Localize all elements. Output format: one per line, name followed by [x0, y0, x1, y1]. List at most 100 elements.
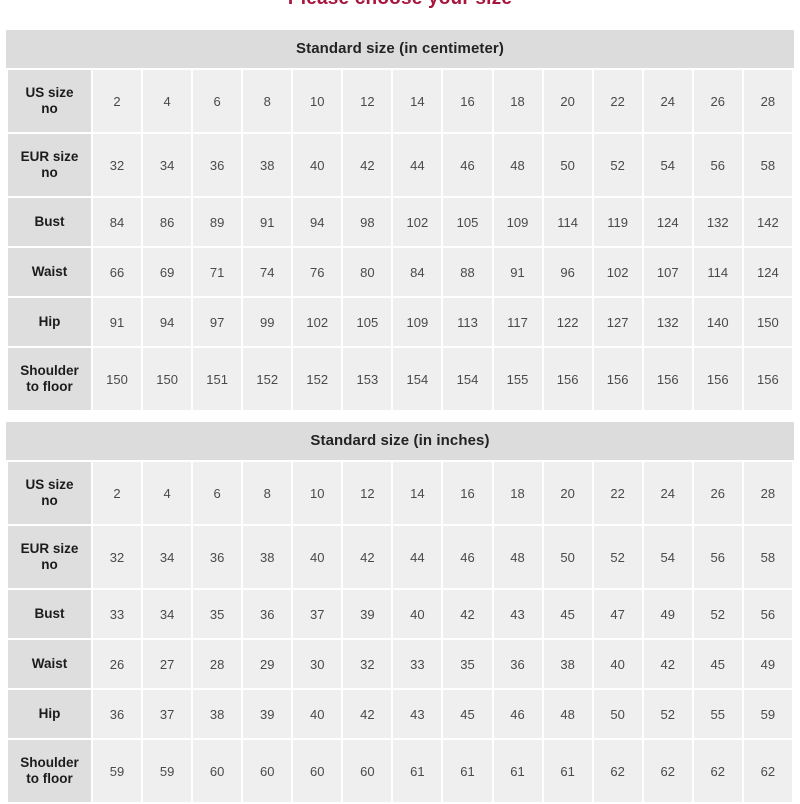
- size-cell[interactable]: 35: [443, 640, 492, 688]
- size-cell[interactable]: 50: [593, 690, 642, 738]
- size-cell[interactable]: 44: [393, 134, 442, 196]
- size-cell[interactable]: 27: [143, 640, 192, 688]
- size-cell[interactable]: 156: [693, 348, 742, 410]
- size-cell[interactable]: 150: [743, 298, 792, 346]
- size-cell[interactable]: 60: [343, 740, 392, 802]
- size-cell[interactable]: 60: [193, 740, 242, 802]
- size-cell[interactable]: 32: [93, 526, 142, 588]
- size-cell[interactable]: 156: [543, 348, 592, 410]
- size-cell[interactable]: 10: [293, 70, 342, 132]
- size-cell[interactable]: 8: [243, 462, 292, 524]
- size-cell[interactable]: 38: [193, 690, 242, 738]
- size-cell[interactable]: 26: [693, 70, 742, 132]
- size-cell[interactable]: 22: [593, 462, 642, 524]
- size-cell[interactable]: 33: [393, 640, 442, 688]
- size-cell[interactable]: 18: [493, 70, 542, 132]
- size-cell[interactable]: 89: [193, 198, 242, 246]
- size-cell[interactable]: 109: [493, 198, 542, 246]
- size-cell[interactable]: 49: [643, 590, 692, 638]
- size-cell[interactable]: 14: [393, 70, 442, 132]
- size-cell[interactable]: 49: [743, 640, 792, 688]
- size-cell[interactable]: 56: [693, 526, 742, 588]
- size-cell[interactable]: 154: [443, 348, 492, 410]
- size-cell[interactable]: 14: [393, 462, 442, 524]
- size-cell[interactable]: 62: [693, 740, 742, 802]
- size-cell[interactable]: 28: [743, 70, 792, 132]
- size-cell[interactable]: 66: [93, 248, 142, 296]
- size-cell[interactable]: 62: [743, 740, 792, 802]
- size-cell[interactable]: 84: [93, 198, 142, 246]
- size-cell[interactable]: 43: [493, 590, 542, 638]
- size-cell[interactable]: 2: [93, 70, 142, 132]
- size-cell[interactable]: 69: [143, 248, 192, 296]
- size-cell[interactable]: 26: [93, 640, 142, 688]
- size-cell[interactable]: 107: [643, 248, 692, 296]
- size-cell[interactable]: 45: [693, 640, 742, 688]
- size-cell[interactable]: 55: [693, 690, 742, 738]
- size-cell[interactable]: 20: [543, 70, 592, 132]
- size-cell[interactable]: 54: [643, 134, 692, 196]
- size-cell[interactable]: 4: [143, 70, 192, 132]
- size-cell[interactable]: 62: [643, 740, 692, 802]
- size-cell[interactable]: 94: [143, 298, 192, 346]
- size-cell[interactable]: 40: [293, 690, 342, 738]
- size-cell[interactable]: 35: [193, 590, 242, 638]
- size-cell[interactable]: 61: [393, 740, 442, 802]
- size-cell[interactable]: 114: [693, 248, 742, 296]
- size-cell[interactable]: 26: [693, 462, 742, 524]
- size-cell[interactable]: 153: [343, 348, 392, 410]
- size-cell[interactable]: 32: [343, 640, 392, 688]
- size-cell[interactable]: 58: [743, 526, 792, 588]
- size-cell[interactable]: 40: [293, 134, 342, 196]
- size-cell[interactable]: 52: [593, 134, 642, 196]
- size-cell[interactable]: 150: [93, 348, 142, 410]
- size-cell[interactable]: 105: [443, 198, 492, 246]
- size-cell[interactable]: 2: [93, 462, 142, 524]
- size-cell[interactable]: 37: [143, 690, 192, 738]
- size-cell[interactable]: 60: [243, 740, 292, 802]
- size-cell[interactable]: 61: [493, 740, 542, 802]
- size-cell[interactable]: 42: [343, 690, 392, 738]
- size-cell[interactable]: 152: [293, 348, 342, 410]
- size-cell[interactable]: 127: [593, 298, 642, 346]
- size-cell[interactable]: 42: [343, 526, 392, 588]
- size-cell[interactable]: 50: [543, 526, 592, 588]
- size-cell[interactable]: 16: [443, 462, 492, 524]
- size-cell[interactable]: 142: [743, 198, 792, 246]
- size-cell[interactable]: 39: [243, 690, 292, 738]
- size-cell[interactable]: 42: [643, 640, 692, 688]
- size-cell[interactable]: 119: [593, 198, 642, 246]
- size-cell[interactable]: 42: [343, 134, 392, 196]
- size-cell[interactable]: 113: [443, 298, 492, 346]
- size-cell[interactable]: 102: [593, 248, 642, 296]
- size-cell[interactable]: 28: [743, 462, 792, 524]
- size-cell[interactable]: 76: [293, 248, 342, 296]
- size-cell[interactable]: 60: [293, 740, 342, 802]
- size-cell[interactable]: 88: [443, 248, 492, 296]
- size-cell[interactable]: 22: [593, 70, 642, 132]
- size-cell[interactable]: 36: [493, 640, 542, 688]
- size-cell[interactable]: 124: [643, 198, 692, 246]
- size-cell[interactable]: 99: [243, 298, 292, 346]
- size-cell[interactable]: 45: [543, 590, 592, 638]
- size-cell[interactable]: 40: [593, 640, 642, 688]
- size-cell[interactable]: 40: [393, 590, 442, 638]
- size-cell[interactable]: 24: [643, 462, 692, 524]
- size-cell[interactable]: 43: [393, 690, 442, 738]
- size-cell[interactable]: 20: [543, 462, 592, 524]
- size-cell[interactable]: 46: [443, 526, 492, 588]
- size-cell[interactable]: 59: [93, 740, 142, 802]
- size-cell[interactable]: 71: [193, 248, 242, 296]
- size-cell[interactable]: 52: [693, 590, 742, 638]
- size-cell[interactable]: 12: [343, 70, 392, 132]
- size-cell[interactable]: 48: [493, 526, 542, 588]
- size-cell[interactable]: 58: [743, 134, 792, 196]
- size-cell[interactable]: 114: [543, 198, 592, 246]
- size-cell[interactable]: 52: [643, 690, 692, 738]
- size-cell[interactable]: 109: [393, 298, 442, 346]
- size-cell[interactable]: 62: [593, 740, 642, 802]
- size-cell[interactable]: 156: [643, 348, 692, 410]
- size-cell[interactable]: 52: [593, 526, 642, 588]
- size-cell[interactable]: 47: [593, 590, 642, 638]
- size-cell[interactable]: 30: [293, 640, 342, 688]
